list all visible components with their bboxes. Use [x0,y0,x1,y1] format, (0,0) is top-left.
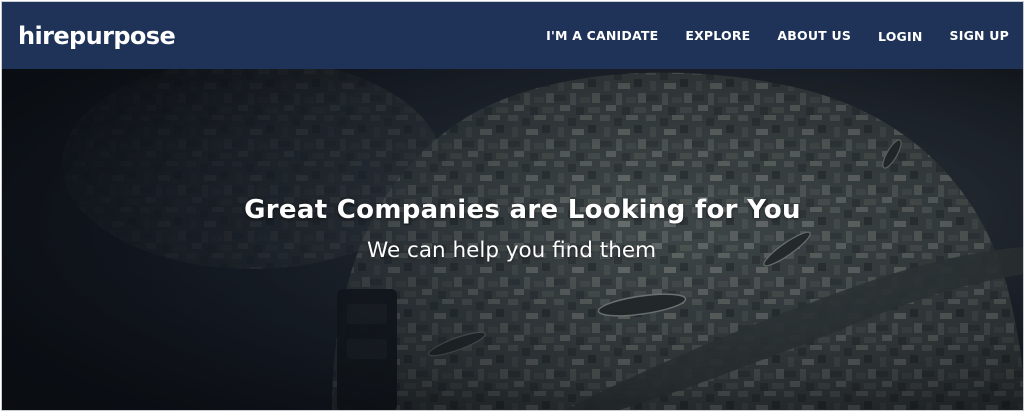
main-navigation: I'M A CANIDATE EXPLORE ABOUT US LOGIN SI… [519,2,1009,69]
hero-banner: Great Companies are Looking for You We c… [2,69,1023,410]
nav-item-sign-up[interactable]: SIGN UP [950,28,1009,44]
hero-title: Great Companies are Looking for You [244,195,801,225]
nav-item-explore[interactable]: EXPLORE [685,28,750,44]
hero-subtitle: We can help you find them [366,238,657,263]
nav-item-about-us[interactable]: ABOUT US [777,28,851,44]
nav-item-login[interactable]: LOGIN [878,29,923,45]
top-navbar: hirepurpose I'M A CANIDATE EXPLORE ABOUT… [2,2,1023,69]
hirepurpose-logo[interactable]: hirepurpose [18,21,176,51]
nav-item-candidate[interactable]: I'M A CANIDATE [546,28,658,44]
page-frame: hirepurpose I'M A CANIDATE EXPLORE ABOUT… [1,1,1024,411]
